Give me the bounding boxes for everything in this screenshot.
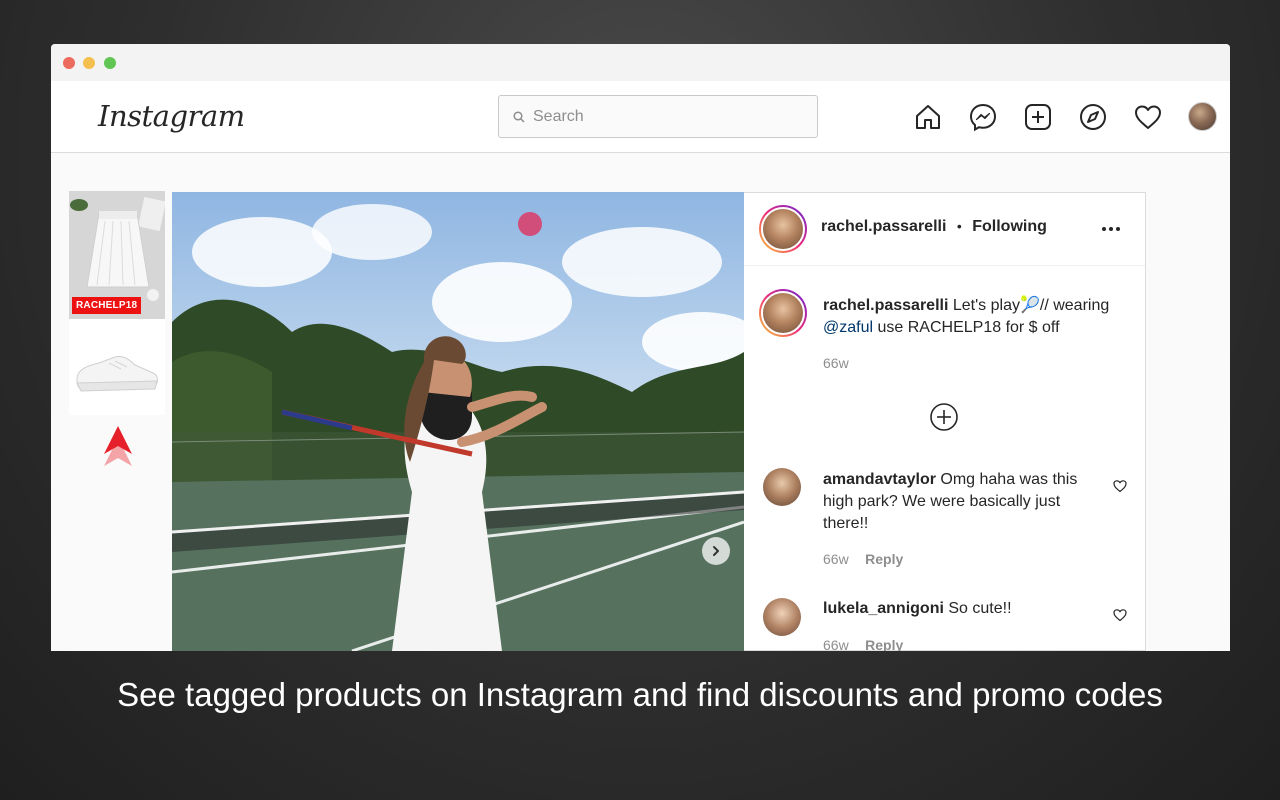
tagged-products-sidebar: RACHELP18 bbox=[69, 191, 166, 466]
mention-link[interactable]: @zaful bbox=[823, 319, 873, 336]
explore-icon[interactable] bbox=[1078, 102, 1108, 132]
next-image-button[interactable] bbox=[702, 537, 730, 565]
caption-text: // wearing bbox=[1039, 297, 1110, 314]
chevron-right-icon bbox=[713, 546, 719, 556]
post-header: rachel.passarelli • Following bbox=[744, 193, 1145, 266]
comment-username[interactable]: lukela_annigoni bbox=[823, 600, 944, 617]
comment-body: lukela_annigoni So cute!! bbox=[823, 598, 1095, 620]
like-comment-heart-icon[interactable] bbox=[1113, 479, 1127, 493]
comment-meta: 66w Reply bbox=[823, 637, 903, 651]
post-details-panel: rachel.passarelli • Following rachel.pas… bbox=[744, 192, 1146, 651]
comment-text: So cute!! bbox=[948, 600, 1012, 617]
product-skirt-thumbnail[interactable]: RACHELP18 bbox=[69, 191, 165, 319]
following-button[interactable]: Following bbox=[972, 218, 1047, 235]
header-separator: • bbox=[956, 218, 962, 234]
search-box[interactable] bbox=[498, 95, 818, 138]
commenter-avatar[interactable] bbox=[763, 598, 801, 636]
caption-username[interactable]: rachel.passarelli bbox=[823, 297, 948, 314]
profile-avatar[interactable] bbox=[1188, 102, 1217, 131]
minimize-window-button[interactable] bbox=[83, 57, 95, 69]
search-input[interactable] bbox=[533, 107, 793, 126]
sneaker-image bbox=[76, 356, 158, 392]
instagram-header: Instagram bbox=[51, 81, 1230, 153]
author-avatar[interactable] bbox=[759, 205, 807, 253]
search-icon bbox=[513, 110, 525, 123]
tennis-photo bbox=[172, 192, 744, 651]
instagram-logo[interactable]: Instagram bbox=[98, 99, 245, 133]
tennis-emoji: 🎾 bbox=[1019, 297, 1040, 314]
heart-icon[interactable] bbox=[1133, 102, 1163, 132]
comment-meta: 66w Reply bbox=[823, 551, 903, 569]
messenger-icon[interactable] bbox=[968, 102, 998, 132]
post-caption: rachel.passarelli Let's play🎾// wearing … bbox=[823, 295, 1133, 339]
caption-text: use RACHELP18 for $ off bbox=[877, 319, 1060, 336]
author-username[interactable]: rachel.passarelli bbox=[821, 218, 946, 235]
more-options-icon[interactable] bbox=[1101, 226, 1121, 232]
comment-timestamp: 66w bbox=[823, 637, 849, 651]
reply-button[interactable]: Reply bbox=[865, 637, 903, 651]
comment-timestamp: 66w bbox=[823, 551, 849, 567]
add-comment-icon[interactable] bbox=[929, 402, 959, 432]
window-titlebar bbox=[51, 44, 1230, 81]
arrow-up-icon[interactable] bbox=[102, 426, 134, 478]
home-icon[interactable] bbox=[913, 102, 943, 132]
promo-code-badge[interactable]: RACHELP18 bbox=[72, 297, 142, 314]
comment-body: amandavtaylor Omg haha was this high par… bbox=[823, 469, 1095, 535]
product-sneaker-thumbnail[interactable] bbox=[69, 319, 165, 415]
zoom-window-button[interactable] bbox=[104, 57, 116, 69]
caption-avatar[interactable] bbox=[759, 289, 807, 337]
new-post-icon[interactable] bbox=[1023, 102, 1053, 132]
comment-username[interactable]: amandavtaylor bbox=[823, 471, 936, 488]
browser-window: Instagram Search RACHELP18 rachel.passar… bbox=[51, 44, 1230, 651]
close-window-button[interactable] bbox=[63, 57, 75, 69]
like-comment-heart-icon[interactable] bbox=[1113, 608, 1127, 622]
caption-text: Let's play bbox=[952, 297, 1020, 314]
post-image[interactable] bbox=[172, 192, 744, 651]
commenter-avatar[interactable] bbox=[763, 468, 801, 506]
promo-caption: See tagged products on Instagram and fin… bbox=[117, 676, 1163, 713]
reply-button[interactable]: Reply bbox=[865, 551, 903, 567]
caption-timestamp: 66w bbox=[823, 355, 849, 371]
